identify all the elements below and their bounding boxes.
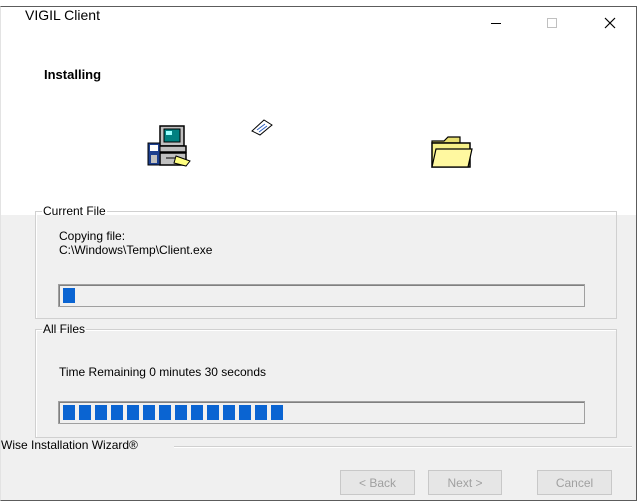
file-progress-bar bbox=[58, 284, 585, 307]
copy-path: C:\Windows\Temp\Client.exe bbox=[59, 243, 213, 257]
minimize-icon bbox=[491, 23, 501, 24]
window-title: VIGIL Client bbox=[25, 7, 100, 23]
folder-icon bbox=[431, 136, 473, 168]
close-icon bbox=[604, 17, 616, 29]
installer-window: VIGIL Client Installing Current File Cop… bbox=[0, 6, 637, 501]
footer-divider bbox=[174, 446, 632, 448]
copy-status: Copying file: C:\Windows\Temp\Client.exe bbox=[59, 229, 212, 257]
maximize-button[interactable] bbox=[529, 7, 575, 39]
all-files-legend: All Files bbox=[43, 322, 86, 336]
close-button[interactable] bbox=[587, 7, 633, 39]
header-panel: Installing bbox=[1, 39, 636, 215]
current-file-legend: Current File bbox=[43, 204, 106, 218]
title-bar[interactable]: VIGIL Client bbox=[1, 7, 636, 39]
back-button[interactable]: < Back bbox=[340, 470, 415, 495]
page-title: Installing bbox=[44, 67, 102, 82]
time-remaining: Time Remaining 0 minutes 30 seconds bbox=[59, 365, 266, 379]
minimize-button[interactable] bbox=[473, 7, 519, 39]
copy-label: Copying file: bbox=[59, 229, 126, 243]
wizard-brand-label: Wise Installation Wizard® bbox=[1, 438, 140, 452]
total-progress-bar bbox=[58, 401, 585, 424]
total-progress-fill bbox=[63, 405, 283, 420]
maximize-icon bbox=[547, 18, 557, 28]
cancel-button[interactable]: Cancel bbox=[537, 470, 612, 495]
computer-disk-icon bbox=[147, 125, 191, 167]
file-progress-fill bbox=[63, 288, 75, 303]
next-button[interactable]: Next > bbox=[428, 470, 502, 495]
flying-paper-icon bbox=[251, 119, 273, 136]
